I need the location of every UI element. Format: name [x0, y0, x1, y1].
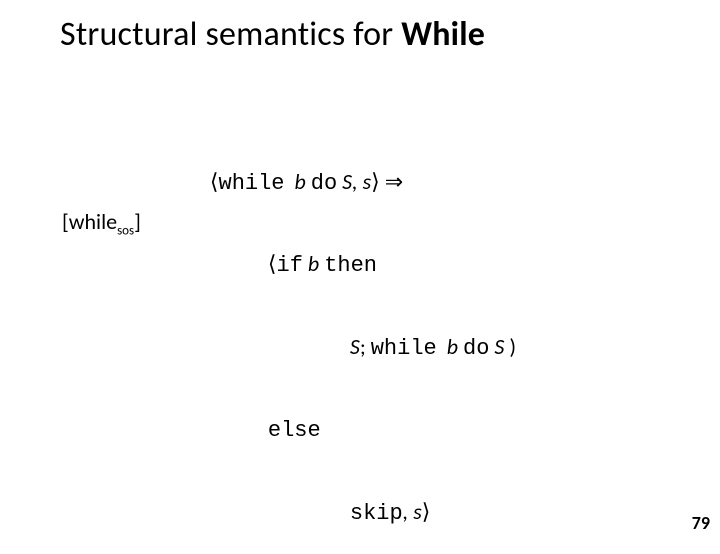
kw-skip: skip [350, 501, 403, 526]
kw-if: if [277, 253, 303, 278]
rule-line-5: skip, s⟩ [330, 472, 516, 554]
var-b: b [447, 333, 458, 360]
rule-label: [whilesos] [62, 208, 141, 238]
kw-do: do [311, 171, 337, 196]
sp [285, 168, 295, 195]
kw-do: do [463, 336, 489, 361]
var-S: S [350, 333, 360, 360]
kw-then: then [324, 253, 377, 278]
langle: ⟨ [268, 250, 277, 277]
rule-body: ⟨while b do S, s⟩ ⇒ ⟨if b then S; while … [190, 142, 516, 554]
var-S: S [342, 168, 352, 195]
comma: , [403, 498, 413, 525]
slide-title: Structural semantics for While [60, 14, 485, 55]
title-emph: While [401, 14, 485, 55]
paren: ) [504, 333, 516, 360]
var-b: b [294, 168, 305, 195]
var-s: s [413, 498, 422, 525]
rule-line-1: ⟨while b do S, s⟩ ⇒ [190, 142, 516, 224]
var-b: b [308, 250, 319, 277]
kw-while: while [219, 171, 285, 196]
rangle: ⟩ [371, 168, 380, 195]
kw-while: while [371, 336, 437, 361]
var-S: S [494, 333, 504, 360]
sp [437, 333, 447, 360]
rule-label-post: ] [134, 208, 141, 235]
var-s: s [363, 168, 372, 195]
rule-label-pre: [while [62, 208, 117, 235]
page-number: 79 [692, 512, 710, 534]
rangle: ⟩ [422, 498, 431, 525]
semicolon: ; [360, 333, 371, 360]
title-prefix: Structural semantics for [60, 14, 401, 55]
rule-line-2: ⟨if b then [248, 224, 516, 306]
rule-label-sub: sos [117, 223, 134, 238]
comma: , [352, 168, 362, 195]
langle: ⟨ [210, 168, 219, 195]
rule-line-3: S; while b do S ) [330, 307, 516, 389]
arrow: ⇒ [380, 168, 403, 195]
kw-else: else [268, 418, 321, 443]
rule-line-4: else [248, 389, 516, 471]
